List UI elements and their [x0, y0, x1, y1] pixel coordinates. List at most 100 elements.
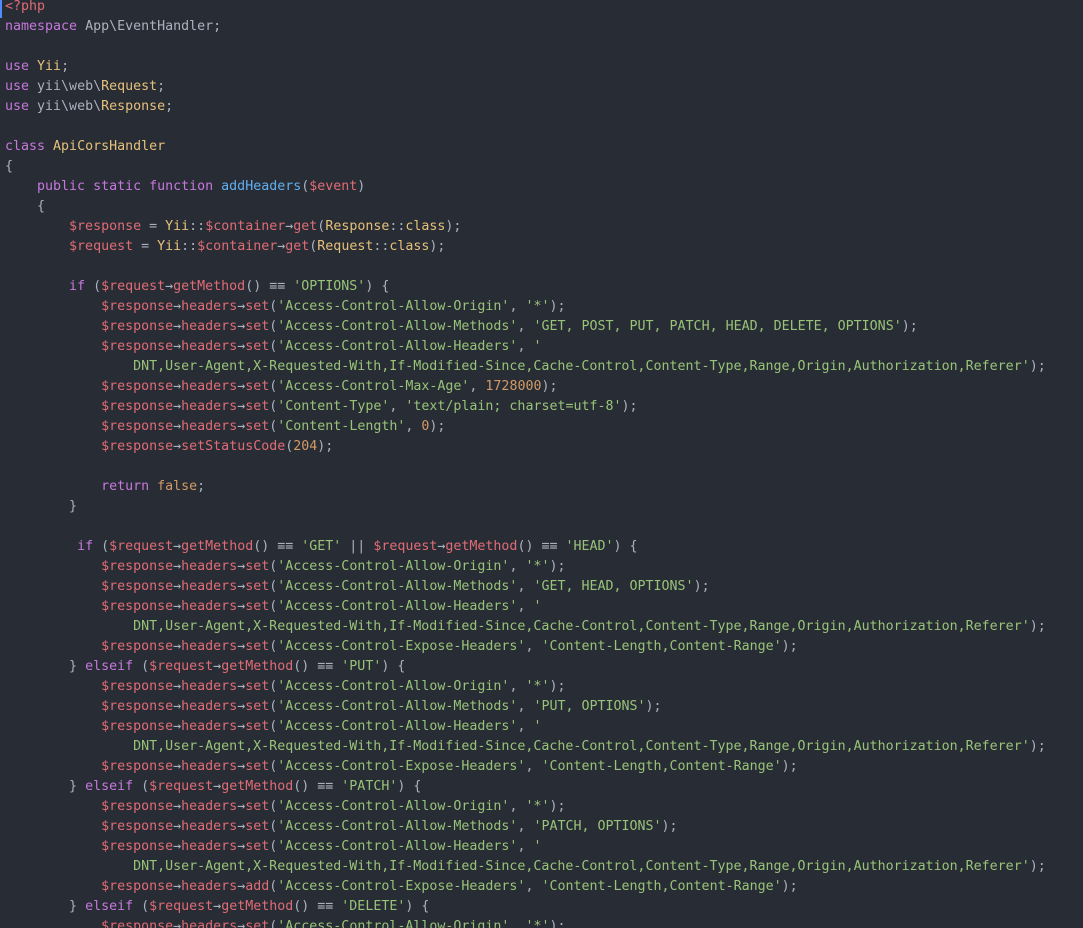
code-line[interactable]: {: [5, 157, 1046, 177]
code-token: 'Access-Control-Allow-Methods': [277, 319, 518, 334]
code-line[interactable]: } elseif ($request→getMethod() ≡≡ 'DELET…: [5, 897, 1046, 917]
code-token: →: [173, 819, 182, 834]
code-line[interactable]: $response→headers→set('Access-Control-Al…: [5, 837, 1046, 857]
code-content[interactable]: <?php namespace App\EventHandler; use Yii…: [5, 0, 1046, 928]
code-line[interactable]: if ($request→getMethod() ≡≡ 'OPTIONS') {: [5, 277, 1046, 297]
code-token: 'Access-Control-Allow-Origin': [277, 919, 510, 928]
code-line[interactable]: DNT,User-Agent,X-Requested-With,If-Modif…: [5, 857, 1046, 877]
code-token: public static function: [37, 179, 214, 194]
code-line[interactable]: namespace App\EventHandler;: [5, 17, 1046, 37]
code-line[interactable]: $response→headers→set('Content-Length', …: [5, 417, 1046, 437]
code-line[interactable]: [5, 517, 1046, 537]
code-line[interactable]: $response→headers→add('Access-Control-Ex…: [5, 877, 1046, 897]
code-line[interactable]: $response→headers→set('Access-Control-Ma…: [5, 377, 1046, 397]
code-token: getMethod: [221, 779, 294, 794]
code-token: 'GET': [301, 539, 342, 554]
code-token: '*': [525, 679, 550, 694]
code-line[interactable]: $response→headers→set('Access-Control-Al…: [5, 797, 1046, 817]
code-line[interactable]: $response→headers→set('Access-Control-Al…: [5, 677, 1046, 697]
code-token: $response: [101, 839, 174, 854]
code-line[interactable]: $response = Yii::$container→get(Response…: [5, 217, 1046, 237]
code-token: getMethod: [181, 539, 254, 554]
code-token: 'Content-Length,Content-Range': [541, 639, 782, 654]
code-line[interactable]: [5, 117, 1046, 137]
code-token: ApiCorsHandler: [53, 139, 166, 154]
code-token: ) {: [381, 659, 406, 674]
code-token: headers: [181, 919, 238, 928]
code-line[interactable]: [5, 37, 1046, 57]
code-token: →: [213, 659, 222, 674]
code-line[interactable]: [5, 457, 1046, 477]
code-line[interactable]: $response→headers→set('Access-Control-Al…: [5, 817, 1046, 837]
code-token: () ≡≡: [293, 899, 342, 914]
code-line[interactable]: <?php: [5, 0, 1046, 17]
code-token: );: [645, 699, 662, 714]
code-line[interactable]: $response→setStatusCode(204);: [5, 437, 1046, 457]
code-line[interactable]: DNT,User-Agent,X-Requested-With,If-Modif…: [5, 737, 1046, 757]
code-line[interactable]: $response→headers→set('Access-Control-Al…: [5, 317, 1046, 337]
code-token: $response: [101, 639, 174, 654]
code-token: add: [245, 879, 270, 894]
code-token: if: [77, 539, 94, 554]
code-line[interactable]: $response→headers→set('Access-Control-Ex…: [5, 637, 1046, 657]
code-line[interactable]: $response→headers→set('Access-Control-Al…: [5, 337, 1046, 357]
code-line[interactable]: $response→headers→set('Access-Control-Al…: [5, 917, 1046, 928]
code-line[interactable]: public static function addHeaders($event…: [5, 177, 1046, 197]
code-line[interactable]: if ($request→getMethod() ≡≡ 'GET' || $re…: [5, 537, 1046, 557]
code-token: '*': [525, 299, 550, 314]
code-line[interactable]: {: [5, 197, 1046, 217]
code-token: ||: [341, 539, 374, 554]
code-token: () ≡≡: [245, 279, 294, 294]
code-line[interactable]: $response→headers→set('Access-Control-Al…: [5, 557, 1046, 577]
code-token: Request: [317, 239, 374, 254]
code-token: →: [173, 919, 182, 928]
code-token: $response: [101, 319, 174, 334]
code-line[interactable]: $response→headers→set('Content-Type', 't…: [5, 397, 1046, 417]
code-line[interactable]: $response→headers→set('Access-Control-Al…: [5, 697, 1046, 717]
code-token: set: [245, 419, 270, 434]
code-line[interactable]: $request = Yii::$container→get(Request::…: [5, 237, 1046, 257]
code-token: $response: [101, 719, 174, 734]
code-token: 'PATCH': [341, 779, 398, 794]
code-token: →: [173, 399, 182, 414]
code-line[interactable]: return false;: [5, 477, 1046, 497]
code-token: headers: [181, 599, 238, 614]
code-token: →: [173, 699, 182, 714]
code-token: class: [389, 239, 430, 254]
code-token: ,: [469, 379, 486, 394]
code-line[interactable]: } elseif ($request→getMethod() ≡≡ 'PATCH…: [5, 777, 1046, 797]
code-line[interactable]: $response→headers→set('Access-Control-Al…: [5, 597, 1046, 617]
code-token: →: [173, 379, 182, 394]
code-token: set: [245, 839, 270, 854]
code-token: 'DELETE': [341, 899, 406, 914]
code-line[interactable]: use yii\web\Request;: [5, 77, 1046, 97]
code-editor[interactable]: <?php namespace App\EventHandler; use Yii…: [0, 0, 1083, 928]
code-token: getMethod: [173, 279, 246, 294]
code-line[interactable]: $response→headers→set('Access-Control-Al…: [5, 577, 1046, 597]
code-line[interactable]: [5, 257, 1046, 277]
code-token: →: [173, 299, 182, 314]
code-token: set: [245, 919, 270, 928]
code-line[interactable]: use yii\web\Response;: [5, 97, 1046, 117]
code-line[interactable]: $response→headers→set('Access-Control-Al…: [5, 717, 1046, 737]
code-line[interactable]: $response→headers→set('Access-Control-Al…: [5, 297, 1046, 317]
code-token: headers: [181, 419, 238, 434]
code-token: →: [173, 839, 182, 854]
code-token: ': [533, 339, 542, 354]
code-token: ) {: [613, 539, 638, 554]
code-token: $request: [101, 279, 166, 294]
code-line[interactable]: use Yii;: [5, 57, 1046, 77]
code-line[interactable]: class ApiCorsHandler: [5, 137, 1046, 157]
code-line[interactable]: $response→headers→set('Access-Control-Ex…: [5, 757, 1046, 777]
code-line[interactable]: DNT,User-Agent,X-Requested-With,If-Modif…: [5, 357, 1046, 377]
code-line[interactable]: }: [5, 497, 1046, 517]
code-token: elseif: [85, 659, 134, 674]
code-line[interactable]: DNT,User-Agent,X-Requested-With,If-Modif…: [5, 617, 1046, 637]
code-line[interactable]: } elseif ($request→getMethod() ≡≡ 'PUT')…: [5, 657, 1046, 677]
